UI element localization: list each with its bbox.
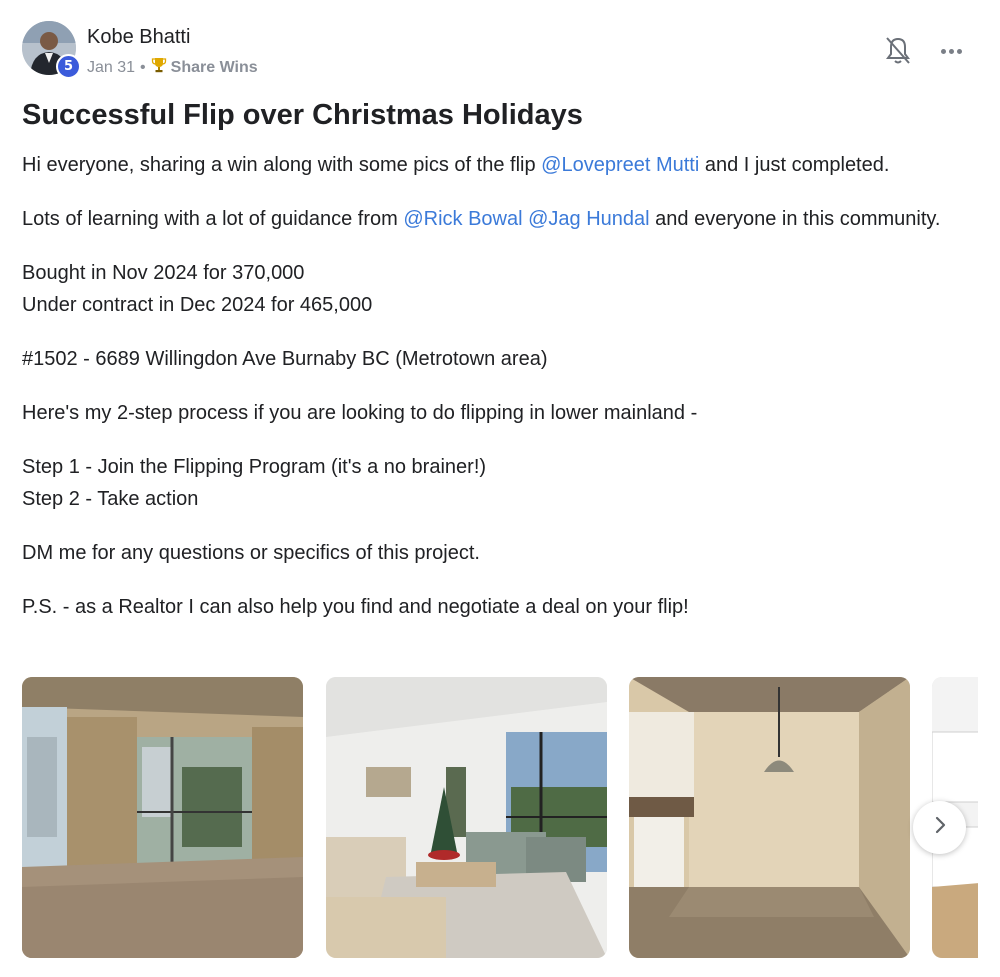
image-gallery	[22, 677, 978, 958]
level-badge: 5	[56, 54, 81, 79]
post-card: 5 Kobe Bhatti Jan 31 • Share Wins Succes…	[0, 0, 1000, 977]
dining-area-pendant-light-photo[interactable]	[629, 677, 910, 958]
author-avatar[interactable]: 5	[22, 21, 81, 79]
post-paragraph: Lots of learning with a lot of guidance …	[22, 203, 982, 235]
post-title: Successful Flip over Christmas Holidays	[22, 99, 583, 131]
post-paragraph: P.S. - as a Realtor I can also help you …	[22, 596, 689, 618]
post-paragraph: Step 1 - Join the Flipping Program (it's…	[22, 451, 982, 515]
mention-link[interactable]: @Lovepreet Mutti	[541, 154, 699, 176]
text-segment: and I just completed.	[699, 154, 890, 176]
post-paragraph: #1502 - 6689 Willingdon Ave Burnaby BC (…	[22, 348, 548, 370]
text-segment: Bought in Nov 2024 for 370,000	[22, 262, 305, 284]
chevron-right-icon	[933, 816, 947, 839]
meta-separator: •	[140, 58, 146, 76]
post-category[interactable]: Share Wins	[171, 59, 258, 77]
mention-link[interactable]: @Rick Bowal	[403, 208, 522, 230]
text-segment: Step 2 - Take action	[22, 488, 199, 510]
mention-link[interactable]: @Jag Hundal	[528, 208, 649, 230]
post-paragraph: Hi everyone, sharing a win along with so…	[22, 149, 982, 181]
text-segment: and everyone in this community.	[649, 208, 941, 230]
staged-living-room-christmas-tree-photo[interactable]	[326, 677, 607, 958]
empty-living-room-photo[interactable]	[22, 677, 303, 958]
text-segment: Hi everyone, sharing a win along with so…	[22, 154, 542, 176]
post-date[interactable]: Jan 31	[87, 59, 135, 77]
text-segment: Under contract in Dec 2024 for 465,000	[22, 294, 373, 316]
post-body: Hi everyone, sharing a win along with so…	[22, 149, 982, 645]
author-name[interactable]: Kobe Bhatti	[87, 26, 190, 49]
post-paragraph: DM me for any questions or specifics of …	[22, 542, 480, 564]
gallery-next-button[interactable]	[913, 801, 966, 854]
text-segment: Lots of learning with a lot of guidance …	[22, 208, 404, 230]
post-paragraph: Bought in Nov 2024 for 370,000 Under cont…	[22, 257, 982, 321]
text-segment: Step 1 - Join the Flipping Program (it's…	[22, 456, 487, 478]
post-meta: Jan 31 • Share Wins	[87, 57, 258, 78]
more-horizontal-icon[interactable]	[934, 38, 968, 64]
post-paragraph: Here's my 2-step process if you are look…	[22, 402, 698, 424]
trophy-icon	[151, 57, 167, 78]
bell-off-icon[interactable]	[883, 35, 913, 67]
